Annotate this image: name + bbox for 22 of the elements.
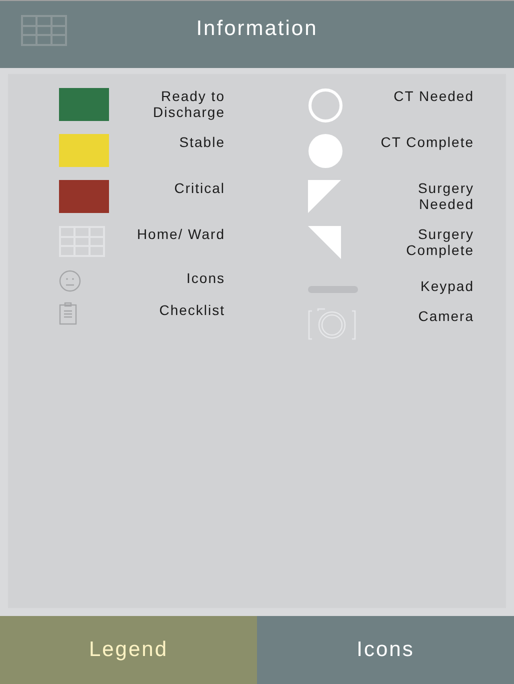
legend-label: Icons (186, 270, 225, 286)
filled-circle-icon (308, 134, 343, 168)
triangle-icon (308, 226, 341, 259)
clipboard-icon (59, 302, 77, 325)
face-icon (59, 270, 81, 292)
legend-label: Checklist (158, 302, 225, 318)
legend-label: Surgery Needed (416, 180, 474, 212)
triangle-icon (308, 180, 341, 213)
legend-label: Stable (178, 134, 225, 150)
tab[interactable]: Legend (0, 616, 257, 684)
legend-label: Ready to Discharge (152, 88, 225, 120)
legend-label: CT Needed (392, 88, 474, 104)
legend-label: Surgery Complete (405, 226, 474, 258)
circle-outline-icon (308, 88, 343, 123)
header-title: Information (196, 16, 318, 40)
legend-label: Home/ Ward (136, 226, 225, 242)
tab[interactable]: Icons (257, 616, 514, 684)
legend-label: Keypad (420, 278, 474, 294)
legend-label: Critical (173, 180, 225, 196)
legend-label: CT Complete (380, 134, 474, 150)
legend-label: Camera (417, 308, 474, 324)
grid-icon[interactable] (21, 15, 67, 46)
